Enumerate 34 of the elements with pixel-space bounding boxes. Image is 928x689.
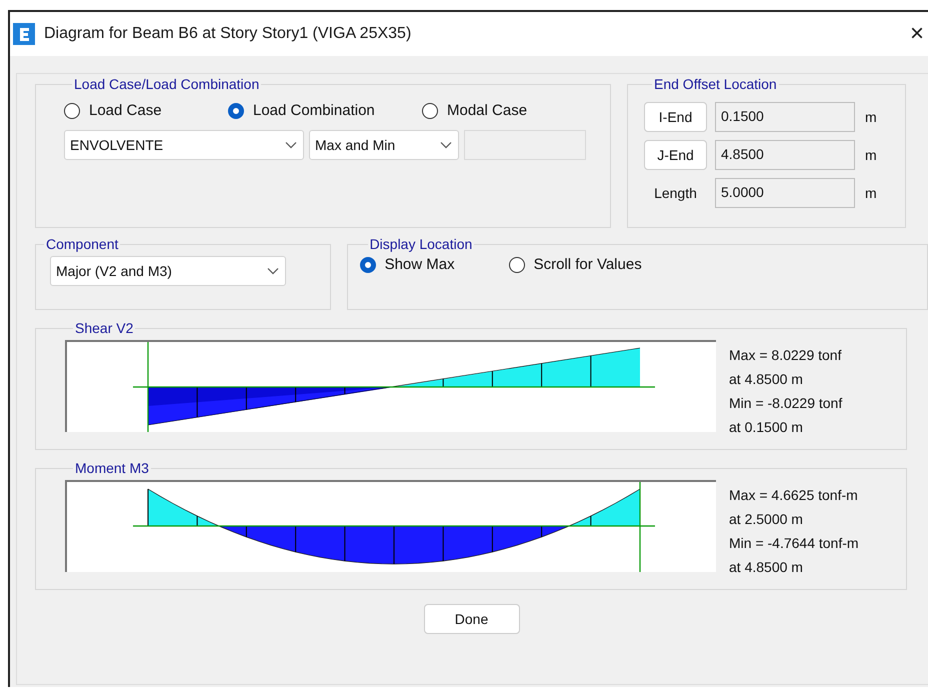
done-button[interactable]: Done: [424, 604, 520, 634]
unit-label: m: [865, 185, 877, 201]
result-text: at 4.8500 m: [729, 558, 804, 577]
unit-label: m: [865, 109, 877, 125]
radio-label[interactable]: Load Combination: [253, 102, 375, 119]
result-text: Max = 4.6625 tonf-m: [729, 486, 859, 505]
dropdown[interactable]: ENVOLVENTE: [64, 130, 304, 160]
radio-label[interactable]: Modal Case: [447, 102, 528, 119]
field-label: Length: [653, 185, 698, 201]
group-title: End Offset Location: [653, 76, 778, 92]
end-button[interactable]: I-End: [644, 102, 707, 132]
value-field[interactable]: 5.0000: [715, 178, 855, 208]
window-title: Diagram for Beam B6 at Story Story1 (VIGA 25X35): [44, 25, 412, 43]
radio-label[interactable]: Load Case: [89, 102, 162, 119]
group-title: Shear V2: [74, 320, 134, 336]
unit-label: m: [865, 147, 877, 163]
radio-label[interactable]: Scroll for Values: [534, 256, 642, 273]
dropdown[interactable]: Major (V2 and M3): [50, 256, 286, 286]
result-text: at 0.1500 m: [729, 418, 804, 437]
group-title: Load Case/Load Combination: [73, 76, 260, 92]
value-field[interactable]: 0.1500: [715, 102, 855, 132]
group-title: Moment M3: [74, 460, 150, 476]
close-button[interactable]: ×: [910, 22, 924, 46]
result-text: Max = 8.0229 tonf: [729, 346, 842, 365]
radio-label[interactable]: Show Max: [384, 256, 455, 273]
value-field[interactable]: 4.8500: [715, 140, 855, 170]
group-title: Component: [45, 236, 120, 252]
result-text: at 2.5000 m: [729, 510, 804, 529]
result-text: at 4.8500 m: [729, 370, 804, 389]
dropdown[interactable]: Max and Min: [309, 130, 459, 160]
result-text: Min = -4.7644 tonf-m: [729, 534, 859, 553]
end-button[interactable]: J-End: [644, 140, 707, 170]
result-text: Min = -8.0229 tonf: [729, 394, 842, 413]
group-title: Display Location: [368, 236, 474, 252]
